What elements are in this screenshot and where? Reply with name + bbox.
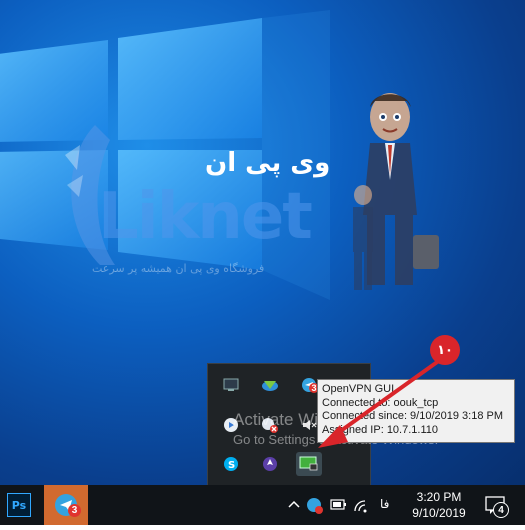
internet-download-manager-icon[interactable]: [261, 376, 279, 394]
tooltip-connected-to: Connected to: oouk_tcp: [322, 396, 439, 409]
desktop: وی پی ان Liknet فروشگاه وی پی ان همیشه پ…: [0, 0, 525, 485]
skype-icon[interactable]: S: [222, 455, 240, 473]
telegram-taskbar-badge: 3: [68, 504, 81, 517]
notifications-button[interactable]: 4: [478, 485, 518, 525]
language-indicator[interactable]: فا: [380, 497, 389, 511]
brand-english-name: Liknet: [98, 180, 313, 254]
clock[interactable]: 3:20 PM 9/10/2019: [408, 489, 470, 521]
taskbar: Ps 3 فا 3:20 PM 9/10/2019 4: [0, 485, 525, 525]
show-hidden-icons-button[interactable]: [283, 485, 305, 525]
photoshop-icon: Ps: [7, 493, 31, 517]
tray-telegram-icon[interactable]: [305, 485, 325, 525]
taskbar-photoshop-button[interactable]: Ps: [0, 485, 40, 525]
step-number-badge: ۱۰: [430, 335, 460, 365]
openvpn-icon[interactable]: [296, 452, 322, 476]
taskbar-telegram-button[interactable]: 3: [44, 485, 88, 525]
notification-count-badge: 4: [493, 502, 509, 518]
tooltip-app-name: OpenVPN GUI: [322, 383, 395, 395]
svg-text:S: S: [228, 460, 235, 471]
openvpn-tooltip: OpenVPN GUI Connected to: oouk_tcp Conne…: [317, 379, 515, 443]
clock-time: 3:20 PM: [416, 490, 462, 504]
brand-persian-name: وی پی ان: [205, 148, 331, 178]
tooltip-connected-since: Connected since: 9/10/2019 3:18 PM: [322, 410, 504, 422]
telegram-icon[interactable]: 3: [300, 376, 319, 394]
rocket-icon[interactable]: [261, 455, 279, 473]
monitor-icon[interactable]: [222, 376, 240, 394]
mascot-illustration: [353, 93, 439, 290]
tooltip-assigned-ip: Assigned IP: 10.7.1.110: [322, 423, 438, 436]
battery-icon[interactable]: [327, 485, 349, 525]
clock-date: 9/10/2019: [412, 506, 466, 520]
brand-tagline: فروشگاه وی پی ان همیشه پر سرعت: [92, 262, 265, 275]
wifi-icon[interactable]: [351, 485, 373, 525]
